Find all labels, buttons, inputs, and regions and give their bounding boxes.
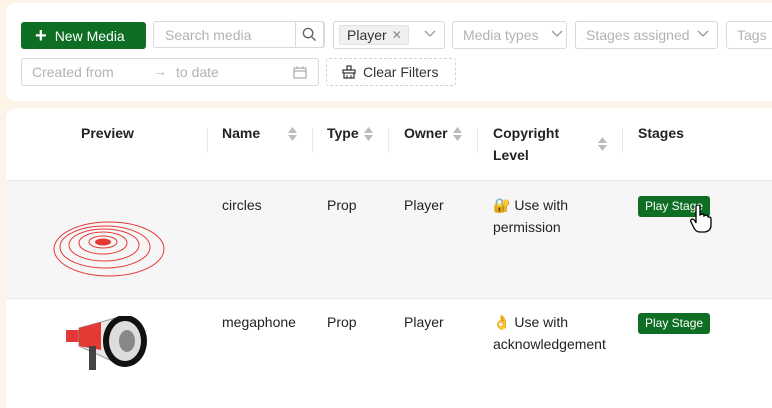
media-owner: Player xyxy=(404,314,444,330)
media-name: megaphone xyxy=(222,314,296,330)
media-owner: Player xyxy=(404,197,444,213)
owner-tag-label: Player xyxy=(347,27,387,43)
search-input[interactable]: Search media xyxy=(153,21,325,48)
media-types-select[interactable]: Media types xyxy=(452,21,567,49)
plus-icon: + xyxy=(35,24,47,47)
sort-icon[interactable] xyxy=(288,127,297,141)
media-type: Prop xyxy=(327,314,357,330)
column-header-name[interactable]: Name xyxy=(222,122,260,144)
column-divider xyxy=(388,128,389,153)
column-divider xyxy=(207,128,208,153)
tags-select[interactable]: Tags xyxy=(726,21,772,49)
media-types-placeholder: Media types xyxy=(463,27,539,43)
date-from-input[interactable]: Created from xyxy=(32,64,114,80)
column-divider xyxy=(477,128,478,153)
media-table: Preview Name Type Owner Copyright Level … xyxy=(6,108,772,408)
copyright-text-2: acknowledgement xyxy=(493,336,606,352)
column-header-stages: Stages xyxy=(638,125,684,141)
column-header-preview: Preview xyxy=(81,125,134,141)
column-header-copyright[interactable]: Copyright Level xyxy=(493,122,559,166)
clear-filters-label: Clear Filters xyxy=(363,64,439,80)
copyright-header-line1: Copyright xyxy=(493,125,560,141)
search-placeholder: Search media xyxy=(165,27,252,43)
column-divider xyxy=(622,128,623,153)
column-header-type[interactable]: Type xyxy=(327,122,359,144)
new-media-button[interactable]: + New Media xyxy=(21,22,146,49)
hand-cursor-icon xyxy=(690,205,712,233)
date-range-picker[interactable]: Created from → to date xyxy=(21,58,319,86)
owner-filter-tag: Player ✕ xyxy=(339,25,409,45)
sort-icon[interactable] xyxy=(364,127,373,141)
stage-badge[interactable]: Play Stage xyxy=(638,313,711,334)
calendar-icon xyxy=(293,66,307,79)
stages-assigned-select[interactable]: Stages assigned xyxy=(575,21,718,49)
copyright-text-1: Use with xyxy=(514,197,569,213)
owner-select[interactable]: Player ✕ xyxy=(333,21,445,49)
ok-hand-icon: 👌 xyxy=(493,314,511,330)
copyright-header-line2: Level xyxy=(493,147,529,163)
sort-icon[interactable] xyxy=(598,137,607,151)
clear-filters-button[interactable]: Clear Filters xyxy=(326,58,456,86)
close-icon[interactable]: ✕ xyxy=(392,28,402,42)
chevron-down-icon xyxy=(424,30,436,37)
clear-icon xyxy=(342,65,356,79)
lock-icon: 🔐 xyxy=(493,197,511,213)
chevron-down-icon xyxy=(697,30,709,37)
arrow-right-icon: → xyxy=(153,63,167,79)
new-media-label: New Media xyxy=(54,27,125,44)
chevron-down-icon xyxy=(551,30,563,37)
copyright-text-1: Use with xyxy=(514,314,569,330)
tags-placeholder: Tags xyxy=(737,27,767,43)
copyright-level: 🔐 Use with permission xyxy=(493,194,568,238)
megaphone-preview-icon xyxy=(66,316,147,370)
copyright-level: 👌 Use with acknowledgement xyxy=(493,311,606,355)
media-type: Prop xyxy=(327,197,357,213)
copyright-text-2: permission xyxy=(493,219,561,235)
column-divider xyxy=(312,128,313,153)
filter-toolbar xyxy=(6,3,772,101)
sort-icon[interactable] xyxy=(453,127,462,141)
circles-preview-icon xyxy=(53,221,165,277)
stages-placeholder: Stages assigned xyxy=(586,27,690,43)
search-button[interactable] xyxy=(295,21,324,48)
column-header-owner[interactable]: Owner xyxy=(404,122,448,144)
search-icon xyxy=(302,27,317,42)
date-to-input[interactable]: to date xyxy=(176,64,219,80)
media-name: circles xyxy=(222,197,262,213)
